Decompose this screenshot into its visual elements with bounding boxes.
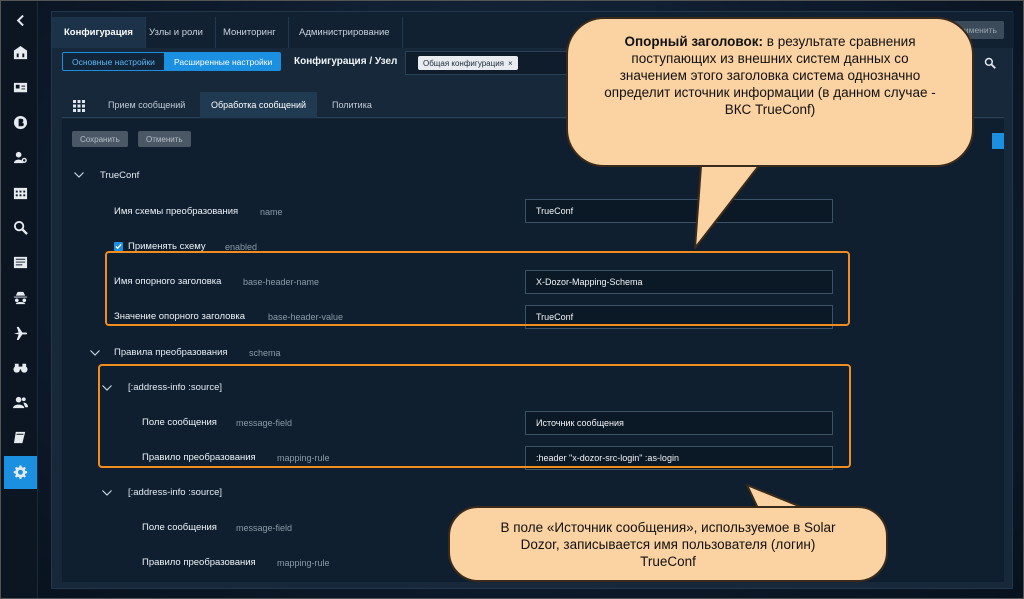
breadcrumb: Конфигурация / Узел	[294, 56, 398, 67]
callout-message-source-text: В поле «Источник сообщения», используемо…	[500, 520, 836, 569]
tab-configuration[interactable]: Конфигурация	[52, 17, 146, 48]
schema-name-input[interactable]: TrueConf	[525, 199, 833, 223]
tab-message-processing[interactable]: Обработка сообщений	[200, 92, 317, 118]
tab-nodes-roles[interactable]: Узлы и роли	[137, 17, 216, 48]
rules-label: Правила преобразования	[114, 347, 228, 358]
base-header-highlight	[105, 251, 850, 326]
rules-key: schema	[249, 348, 281, 358]
rule2-message-field-key: message-field	[236, 523, 293, 533]
back-arrow-icon[interactable]	[6, 7, 34, 33]
section-title: TrueConf	[100, 170, 140, 181]
filter-chip[interactable]: Общая конфигурация ×	[418, 56, 518, 70]
chevron-down-icon[interactable]	[90, 350, 100, 356]
checkmark-icon	[115, 243, 122, 250]
search-icon	[984, 57, 996, 69]
advanced-settings-toggle[interactable]: Расширенные настройки	[165, 52, 282, 71]
tab-administration[interactable]: Администрирование	[287, 17, 403, 48]
id-card-icon[interactable]	[6, 74, 34, 100]
close-icon[interactable]: ×	[508, 59, 513, 68]
settings-gear-icon[interactable]	[4, 456, 37, 489]
rule2-message-field-label: Поле сообщения	[142, 522, 217, 533]
rule2-mapping-rule-label: Правило преобразования	[142, 557, 256, 568]
screenshot-frame: Конфигурация Узлы и роли Мониторинг Адми…	[0, 0, 1024, 599]
action-button-edge[interactable]	[992, 133, 1004, 149]
cancel-button[interactable]: Отменить	[138, 131, 191, 147]
schema-name-label: Имя схемы преобразования	[114, 206, 239, 217]
rule2-title: [:address-info :source]	[128, 487, 222, 498]
spy-icon[interactable]	[6, 284, 34, 310]
sidebar	[2, 1, 38, 598]
rule2-mapping-rule-key: mapping-rule	[277, 558, 330, 568]
search-icon[interactable]	[6, 214, 34, 240]
list-icon[interactable]	[6, 249, 34, 275]
chevron-down-icon[interactable]	[74, 172, 84, 178]
airplane-icon[interactable]	[6, 319, 34, 345]
search-button[interactable]	[978, 51, 1002, 75]
users-icon[interactable]	[6, 389, 34, 415]
calendar-icon[interactable]	[6, 179, 34, 205]
chevron-down-icon[interactable]	[102, 490, 112, 496]
apply-schema-checkbox[interactable]	[114, 242, 123, 251]
bitcoin-icon[interactable]	[6, 109, 34, 135]
callout-base-header-bold: Опорный заголовок:	[624, 34, 764, 49]
book-icon[interactable]	[6, 424, 34, 450]
callout-message-source: В поле «Источник сообщения», используемо…	[448, 506, 888, 582]
filter-chip-label: Общая конфигурация	[423, 58, 505, 68]
tab-policy[interactable]: Политика	[321, 92, 383, 118]
callout-base-header: Опорный заголовок: в результате сравнени…	[566, 17, 974, 167]
grid-icon[interactable]	[73, 100, 85, 112]
save-button[interactable]: Сохранить	[72, 131, 128, 147]
tab-monitoring[interactable]: Мониторинг	[211, 17, 289, 48]
basic-settings-toggle[interactable]: Основные настройки	[62, 52, 165, 71]
tab-message-reception[interactable]: Прием сообщений	[97, 92, 196, 118]
user-search-icon[interactable]	[6, 144, 34, 170]
dashboard-icon[interactable]	[6, 39, 34, 65]
schema-name-key: name	[260, 207, 283, 217]
binoculars-icon[interactable]	[6, 354, 34, 380]
rule1-highlight	[98, 364, 851, 468]
